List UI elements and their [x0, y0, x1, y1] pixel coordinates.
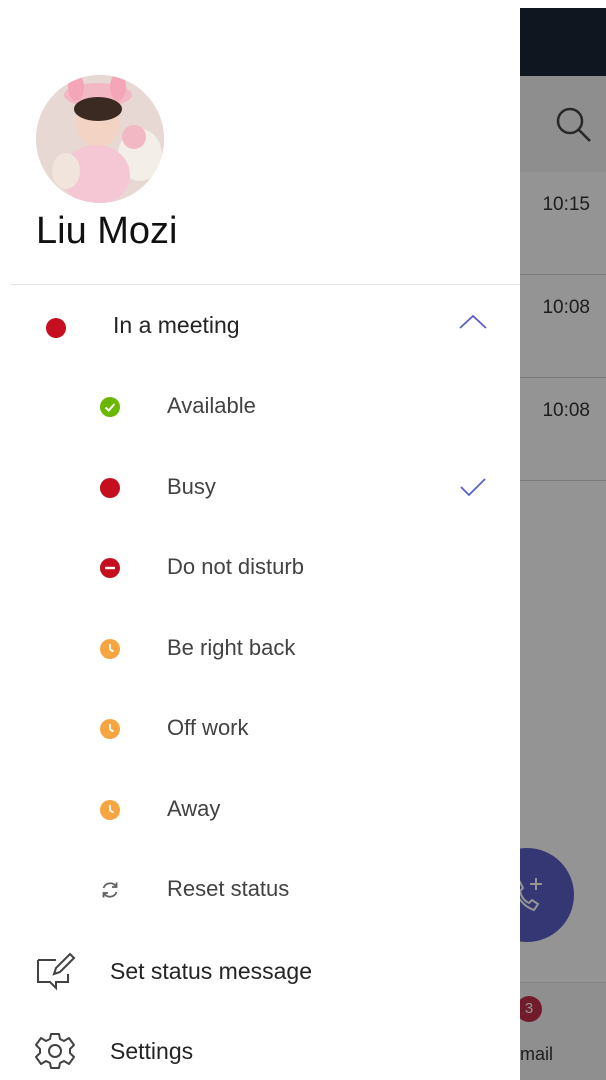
status-option-label: Available [167, 393, 256, 418]
checkmark-icon [460, 478, 486, 497]
gear-icon [35, 1033, 75, 1069]
current-status-toggle[interactable]: In a meeting [0, 296, 520, 356]
status-option-label: Away [167, 796, 221, 821]
be-right-back-icon [100, 639, 120, 659]
avatar[interactable] [36, 75, 164, 203]
profile-drawer: Liu Mozi In a meeting Available Busy Do … [0, 0, 520, 1080]
do-not-disturb-icon [100, 558, 120, 578]
divider [10, 284, 520, 285]
settings-label: Settings [110, 1038, 194, 1064]
status-option-busy[interactable]: Busy [0, 458, 520, 518]
status-option-label: Off work [167, 715, 249, 740]
avatar-photo [36, 75, 164, 203]
status-option-reset[interactable]: Reset status [0, 860, 520, 920]
settings-button[interactable]: Settings [0, 1020, 520, 1080]
in-a-meeting-status-icon [46, 318, 66, 338]
status-option-do-not-disturb[interactable]: Do not disturb [0, 538, 520, 598]
edit-message-icon [37, 952, 76, 991]
current-status-label: In a meeting [113, 312, 240, 338]
status-option-label: Reset status [167, 876, 290, 901]
reset-icon [102, 882, 118, 898]
status-option-be-right-back[interactable]: Be right back [0, 619, 520, 679]
status-option-away[interactable]: Away [0, 780, 520, 840]
status-option-available[interactable]: Available [0, 377, 520, 437]
status-option-label: Be right back [167, 635, 296, 660]
user-name: Liu Mozi [36, 210, 178, 252]
available-icon [100, 397, 120, 417]
set-status-message-label: Set status message [110, 958, 312, 984]
status-option-off-work[interactable]: Off work [0, 699, 520, 759]
busy-icon [100, 478, 120, 498]
status-option-label: Do not disturb [167, 554, 304, 579]
away-icon [100, 800, 120, 820]
set-status-message-button[interactable]: Set status message [0, 940, 520, 1002]
status-option-label: Busy [167, 474, 216, 499]
off-work-icon [100, 719, 120, 739]
chevron-up-icon [459, 314, 487, 329]
